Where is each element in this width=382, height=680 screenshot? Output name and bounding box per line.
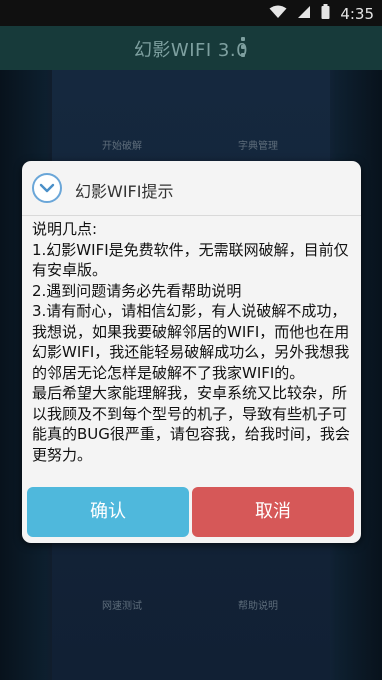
dialog-body-line: 1.幻影WIFI是免费软件，无需联网破解，目前仅有安卓版。 [32, 240, 349, 280]
signal-icon [297, 4, 311, 23]
wifi-icon [269, 4, 287, 23]
cancel-button[interactable]: 取消 [192, 487, 354, 537]
dialog-body-line: 3.请有耐心，请相信幻影，有人说破解不成功，我想说，如果我要破解邻居的WIFI，… [32, 302, 350, 382]
more-vert-icon[interactable] [239, 37, 247, 59]
notice-dialog: 幻影WIFI提示 说明几点: 1.幻影WIFI是免费软件，无需联网破解，目前仅有… [22, 161, 361, 543]
dialog-body-line: 最后希望大家能理解我，安卓系统又比较杂，所以我顾及不到每个型号的机子，导致有些机… [32, 384, 350, 464]
status-bar: 4:35 [0, 0, 382, 26]
dialog-body-line: 说明几点: [32, 220, 98, 238]
dialog-header: 幻影WIFI提示 [22, 161, 361, 216]
menu-speed-test[interactable]: 网速测试 [82, 597, 162, 612]
status-time: 4:35 [340, 4, 374, 23]
app-title: 幻影WIFI 3.0 [133, 40, 249, 61]
status-icons: 4:35 [269, 4, 374, 23]
menu-help[interactable]: 帮助说明 [218, 597, 298, 612]
menu-start-crack[interactable]: 开始破解 [82, 137, 162, 152]
battery-icon [321, 4, 330, 23]
dialog-body-line: 2.遇到问题请务必先看帮助说明 [32, 281, 242, 300]
chevron-down-icon [32, 173, 62, 203]
dialog-body: 说明几点: 1.幻影WIFI是免费软件，无需联网破解，目前仅有安卓版。 2.遇到… [32, 219, 357, 481]
app-bar: 幻影WIFI 3.0 [0, 26, 382, 70]
confirm-button[interactable]: 确认 [27, 487, 189, 537]
dialog-title: 幻影WIFI提示 [75, 182, 174, 201]
menu-dictionary-manage[interactable]: 字典管理 [218, 137, 298, 152]
